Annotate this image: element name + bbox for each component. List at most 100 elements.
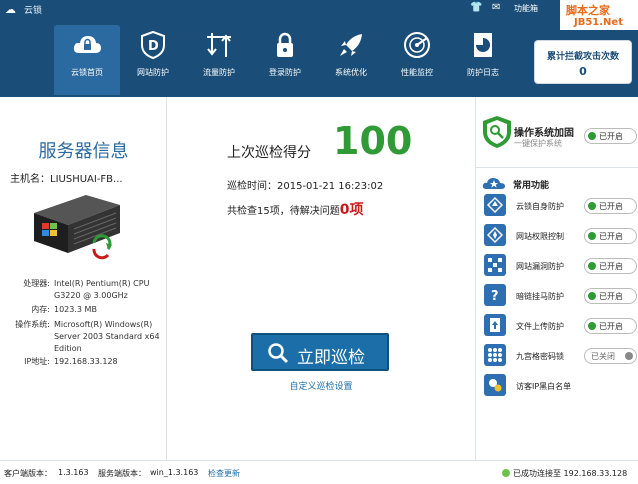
header: ☁ 云锁 👕 ✉ 功能箱 脚本之家 JB51.Net 云锁首页 D 网站防护 流… (0, 0, 638, 97)
toggle-dot (588, 132, 596, 140)
nav-website-protect[interactable]: D 网站防护 (120, 25, 186, 95)
grid-lock-toggle-label: 已关闭 (591, 352, 615, 361)
toolbox-button[interactable]: 功能箱 (514, 3, 538, 14)
scan-time-value: 2015-01-21 16:23:02 (277, 181, 384, 192)
scan-now-button[interactable]: 立即巡检 (251, 333, 389, 371)
os-hardening-subtitle: 一键保护系统 (514, 139, 562, 148)
os-hardening-toggle-label: 已开启 (599, 132, 623, 141)
nav-performance-label: 性能监控 (401, 68, 433, 77)
vulnerability-toggle-label: 已开启 (599, 262, 623, 271)
custom-scan-settings-link[interactable]: 自定义巡检设置 (167, 379, 475, 392)
scan-time-label: 巡检时间： (227, 181, 277, 192)
toggle-dot (588, 262, 596, 270)
toggle-dot (588, 292, 596, 300)
permission-icon (484, 224, 506, 246)
nav-login-protect[interactable]: 登录防护 (252, 25, 318, 95)
protection-panel: 操作系统加固 一键保护系统 已开启 常用功能 云锁自身防护 已开启 网站权限控制… (475, 97, 638, 460)
nav-system-optimize-label: 系统优化 (335, 68, 367, 77)
last-score-label: 上次巡检得分 (227, 145, 311, 161)
upload-toggle-label: 已开启 (599, 322, 623, 331)
padlock-icon (277, 32, 293, 57)
nav-website-protect-label: 网站防护 (137, 68, 169, 77)
darklink-toggle[interactable]: 已开启 (584, 288, 637, 304)
spec-os-value: Microsoft(R) Windows(R) Server 2003 Stan… (54, 320, 160, 353)
watermark-line1: 脚本之家 (566, 4, 610, 17)
ip-list-label[interactable]: 访客IP黑白名单 (516, 381, 571, 392)
grid-lock-icon (484, 344, 506, 366)
upload-icon (484, 314, 506, 336)
client-version-label: 客户端版本： (4, 469, 52, 478)
attack-counter: 累计拦截攻击次数 0 (534, 40, 632, 84)
spec-ip-value: 192.168.33.128 (54, 357, 118, 366)
spec-ip-key: IP地址: (24, 357, 50, 366)
traffic-arrows-icon (207, 33, 231, 57)
score-value: 100 (333, 119, 413, 163)
nav-login-protect-label: 登录防护 (269, 68, 301, 77)
vulnerability-toggle[interactable]: 已开启 (584, 258, 637, 274)
server-version-label: 服务端版本： (98, 469, 146, 478)
connection-status-icon (502, 469, 510, 477)
vulnerability-icon (484, 254, 506, 276)
shirt-icon[interactable]: 👕 (470, 2, 482, 13)
server-version: win_1.3.163 (150, 468, 199, 477)
self-protect-toggle-label: 已开启 (599, 202, 623, 211)
toggle-dot (588, 322, 596, 330)
spec-cpu-value: Intel(R) Pentium(R) CPU G3220 @ 3.00GHz (54, 279, 150, 300)
spec-memory-key: 内存: (31, 305, 50, 314)
nav-performance[interactable]: 性能监控 (384, 25, 450, 95)
spec-os-key: 操作系统: (15, 320, 50, 329)
scan-summary: 共检查15项，待解决问题0项 (227, 199, 363, 219)
toggle-dot (588, 232, 596, 240)
nav-protect-log[interactable]: 防护日志 (450, 25, 516, 95)
upload-toggle[interactable]: 已开启 (584, 318, 637, 334)
self-protect-label: 云锁自身防护 (516, 202, 564, 211)
nav-traffic-protect-label: 流量防护 (203, 68, 235, 77)
rocket-icon (340, 34, 362, 56)
attack-counter-value: 0 (579, 65, 587, 78)
ip-list-icon (484, 374, 506, 396)
grid-lock-label: 九宫格密码锁 (516, 352, 564, 361)
scan-panel: 上次巡检得分 100 巡检时间：2015-01-21 16:23:02 共检查1… (167, 97, 475, 460)
scan-now-label: 立即巡检 (297, 348, 365, 368)
nav-system-optimize[interactable]: 系统优化 (318, 25, 384, 95)
permission-toggle[interactable]: 已开启 (584, 228, 637, 244)
log-chart-icon (474, 33, 492, 57)
title-bar: ☁ 云锁 👕 ✉ 功能箱 (0, 0, 638, 18)
radar-icon (404, 32, 430, 58)
os-shield-icon (483, 116, 511, 148)
cloud-star-icon (482, 178, 505, 189)
svg-text:?: ? (491, 289, 499, 303)
hostname: 主机名：LIUSHUAI-FB... (10, 170, 123, 185)
hostname-value: LIUSHUAI-FB... (50, 174, 123, 185)
self-protect-toggle[interactable]: 已开启 (584, 198, 637, 214)
spec-cpu-key: 处理器: (23, 279, 50, 288)
watermark: 脚本之家 JB51.Net (560, 0, 638, 30)
os-hardening-title: 操作系统加固 (514, 128, 574, 139)
attack-counter-label: 累计拦截攻击次数 (546, 52, 619, 62)
upload-label: 文件上传防护 (516, 322, 564, 331)
svg-text:D: D (148, 39, 159, 54)
permission-toggle-label: 已开启 (599, 232, 623, 241)
nav-traffic-protect[interactable]: 流量防护 (186, 25, 252, 95)
scan-summary-text: 共检查15项，待解决问题 (227, 206, 340, 217)
darklink-toggle-label: 已开启 (599, 292, 623, 301)
nav-protect-log-label: 防护日志 (467, 68, 499, 77)
spec-memory-value: 1023.3 MB (54, 305, 97, 314)
problem-count: 0项 (339, 202, 364, 218)
app-cloud-icon: ☁ (5, 3, 16, 16)
divider (476, 167, 638, 168)
magnifier-icon (268, 343, 289, 364)
server-info-title: 服务器信息 (38, 141, 129, 162)
check-update-link[interactable]: 检查更新 (208, 468, 240, 479)
nav-home-label: 云锁首页 (71, 68, 103, 77)
server-info-panel: 服务器信息 主机名：LIUSHUAI-FB... 处理器: Intel(R) Pe… (0, 97, 167, 460)
message-icon[interactable]: ✉ (492, 2, 500, 13)
watermark-line2: JB51.Net (574, 17, 623, 28)
grid-lock-toggle[interactable]: 已关闭 (584, 348, 637, 364)
darklink-label: 暗链挂马防护 (516, 292, 564, 301)
self-protect-icon (484, 194, 506, 216)
nav-home[interactable]: 云锁首页 (54, 25, 120, 95)
os-hardening-toggle[interactable]: 已开启 (584, 128, 637, 144)
app-title: 云锁 (24, 6, 43, 16)
hostname-label: 主机名： (10, 174, 50, 185)
